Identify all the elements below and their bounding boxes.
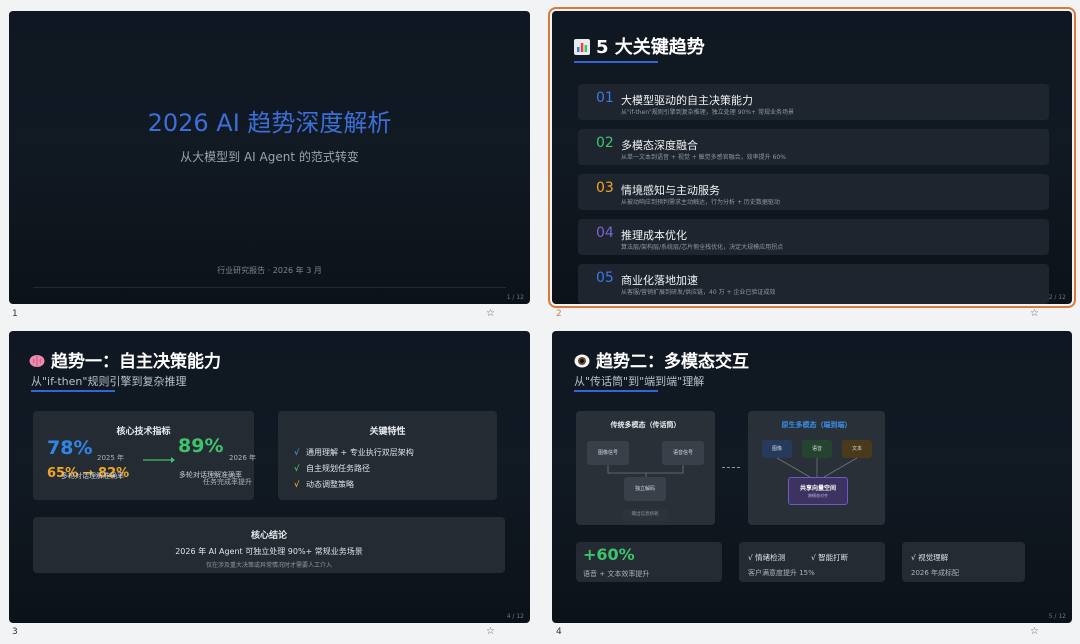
star-icon[interactable]: ☆ (486, 308, 495, 319)
connector-lines (776, 457, 858, 478)
stat-feature: √ 视觉理解 (911, 553, 949, 562)
trend-number: 01 (596, 90, 614, 106)
shared-vector-label: 共享向量空间 (799, 485, 836, 492)
slide-index-4: 4 (556, 627, 562, 637)
slide-title: 2026 AI 趋势深度解析 (147, 109, 392, 137)
slide-meta: 行业研究报告 · 2026 年 3 月 (217, 266, 322, 275)
conclusion-card: 核心结论 2026 年 AI Agent 可独立处理 90%+ 常规业务场景 仅… (33, 517, 505, 573)
trend-desc: 从"if-then"规则引擎到复杂推理，独立处理 90%+ 常规业务场景 (621, 109, 794, 116)
star-icon[interactable]: ☆ (1030, 308, 1039, 319)
stat-card: √ 视觉理解 2026 年成标配 (902, 542, 1025, 582)
divider (33, 287, 506, 288)
slide-thumbnail-3[interactable]: 趋势一：自主决策能力 从"if-then"规则引擎到复杂推理 核心技术指标 78… (9, 331, 530, 623)
trend-desc: 算法层/架构层/系统层/芯片侧全栈优化，决定大规模应用拐点 (621, 244, 784, 251)
trend-number: 02 (596, 135, 614, 151)
stat-label: 2026 年成标配 (911, 569, 960, 577)
title-underline (31, 390, 115, 392)
stat-feature: √ 情绪检测 (748, 553, 786, 562)
arrow-icon (143, 457, 175, 463)
slide-title: 趋势二：多模态交互 (574, 347, 749, 372)
card-title: 关键特性 (369, 427, 406, 437)
slide-subtitle: 从大模型到 AI Agent 的范式转变 (180, 150, 359, 164)
page-number: 1 / 12 (506, 294, 524, 301)
trend-item: 02 多模态深度融合 从单一文本到语音 + 视觉 + 触觉多感官融合，效率提升 … (578, 129, 1049, 165)
bar-chart-icon (574, 39, 590, 55)
trend-item: 01 大模型驱动的自主决策能力 从"if-then"规则引擎到复杂推理，独立处理… (578, 84, 1049, 120)
shared-vector-box: 共享向量空间 跨模态对齐 (788, 477, 848, 505)
check-icon: √ (294, 464, 300, 473)
stat-label: 客户满意度提升 15% (748, 569, 815, 577)
stat-value: +60% (583, 545, 635, 564)
trend-number: 05 (596, 270, 614, 286)
feature-item: √ 动态调整策略 (294, 480, 354, 489)
stat-label: 语音 + 文本效率提升 (583, 570, 650, 578)
title-underline (574, 61, 658, 63)
metric-label: 任务完成率提升 (203, 478, 252, 486)
slide-title: 5 大关键趋势 (574, 33, 705, 59)
metric-label: 多轮对话理解准确率 (61, 472, 124, 480)
stat-card: √ 情绪检测 √ 智能打断 客户满意度提升 15% (739, 542, 885, 582)
conclusion-text: 2026 年 AI Agent 可独立处理 90%+ 常规业务场景 (175, 547, 363, 556)
slide-title-text: 趋势一：自主决策能力 (51, 352, 221, 372)
trend-desc: 从单一文本到语音 + 视觉 + 触觉多感官融合，效率提升 60% (621, 154, 786, 161)
trend-item: 03 情境感知与主动服务 从被动响应到预判需求主动触达，行为分析 + 历史数据驱… (578, 174, 1049, 210)
slide-index-2: 2 (556, 309, 562, 319)
trend-number: 03 (596, 180, 614, 196)
traditional-diagram: 传统多模态（传话筒） 图像信号 语音信号 独立解码 输出信息损耗 (576, 411, 715, 525)
star-icon[interactable]: ☆ (486, 626, 495, 637)
feature-item: √ 自主规划任务路径 (294, 464, 370, 473)
metric-year: 2026 年 (229, 454, 257, 462)
metric-value: 78% (47, 437, 93, 459)
slide-index-3: 3 (12, 627, 18, 637)
trend-title: 多模态深度融合 (621, 139, 698, 152)
dashed-link (722, 467, 740, 468)
page-number: 2 / 12 (1048, 294, 1066, 301)
shared-vector-sub: 跨模态对齐 (808, 493, 828, 498)
eye-icon (574, 354, 590, 368)
slide-title-text: 趋势二：多模态交互 (596, 352, 749, 372)
page-number: 5 / 12 (1048, 613, 1066, 620)
output-loss-box: 输出信息损耗 (622, 509, 668, 521)
slide-title-text: 5 大关键趋势 (596, 37, 705, 58)
trend-title: 情境感知与主动服务 (621, 184, 720, 197)
slide-title: 趋势一：自主决策能力 (29, 347, 221, 372)
star-icon[interactable]: ☆ (1030, 626, 1039, 637)
page-number: 4 / 12 (506, 613, 524, 620)
metric-value: 89% (178, 435, 224, 457)
trend-desc: 从被动响应到预判需求主动触达，行为分析 + 历史数据驱动 (621, 199, 780, 206)
feature-item: √ 通用理解 + 专业执行双层架构 (294, 448, 414, 457)
check-icon: √ (294, 448, 300, 457)
native-diagram: 原生多模态（端到端） 图像 语音 文本 共享向量空间 跨模态对齐 (748, 411, 885, 525)
slide-index-1: 1 (12, 309, 18, 319)
card-title: 核心结论 (250, 531, 287, 541)
slide-subtitle: 从"if-then"规则引擎到复杂推理 (31, 375, 187, 388)
slide-thumbnail-1[interactable]: 2026 AI 趋势深度解析 从大模型到 AI Agent 的范式转变 行业研究… (9, 11, 530, 304)
stat-feature: √ 智能打断 (811, 553, 849, 562)
conclusion-note: 仅在涉及重大决策或异常情况时才需要人工介入 (205, 562, 332, 569)
features-card: 关键特性 √ 通用理解 + 专业执行双层架构 √ 自主规划任务路径 √ 动态调整策略 (278, 411, 497, 500)
connector-lines (607, 465, 684, 477)
trend-number: 04 (596, 225, 614, 241)
metrics-card: 核心技术指标 78% 65% → 82% 2025 年 多轮对话理解准确率 89… (33, 411, 257, 500)
trend-title: 推理成本优化 (621, 229, 687, 242)
trend-desc: 从客服/营销扩展到研发/供应链，40 万 + 企业已验证成效 (621, 289, 776, 296)
trend-title: 商业化落地加速 (621, 274, 698, 287)
trend-item: 04 推理成本优化 算法层/架构层/系统层/芯片侧全栈优化，决定大规模应用拐点 (578, 219, 1049, 255)
decode-box: 独立解码 (624, 477, 666, 501)
slide-subtitle: 从"传话筒"到"端到端"理解 (574, 375, 705, 388)
metric-year: 2025 年 (97, 454, 125, 462)
brain-icon (29, 355, 45, 367)
title-underline (574, 390, 658, 392)
stat-card: +60% 语音 + 文本效率提升 (576, 542, 722, 582)
trend-item: 05 商业化落地加速 从客服/营销扩展到研发/供应链，40 万 + 企业已验证成… (578, 264, 1049, 304)
trend-title: 大模型驱动的自主决策能力 (621, 94, 753, 107)
slide-thumbnail-4[interactable]: 趋势二：多模态交互 从"传话筒"到"端到端"理解 传统多模态（传话筒） 图像信号… (552, 331, 1072, 623)
slide-thumbnail-2[interactable]: 5 大关键趋势 01 大模型驱动的自主决策能力 从"if-then"规则引擎到复… (548, 7, 1076, 308)
check-icon: √ (294, 480, 300, 489)
